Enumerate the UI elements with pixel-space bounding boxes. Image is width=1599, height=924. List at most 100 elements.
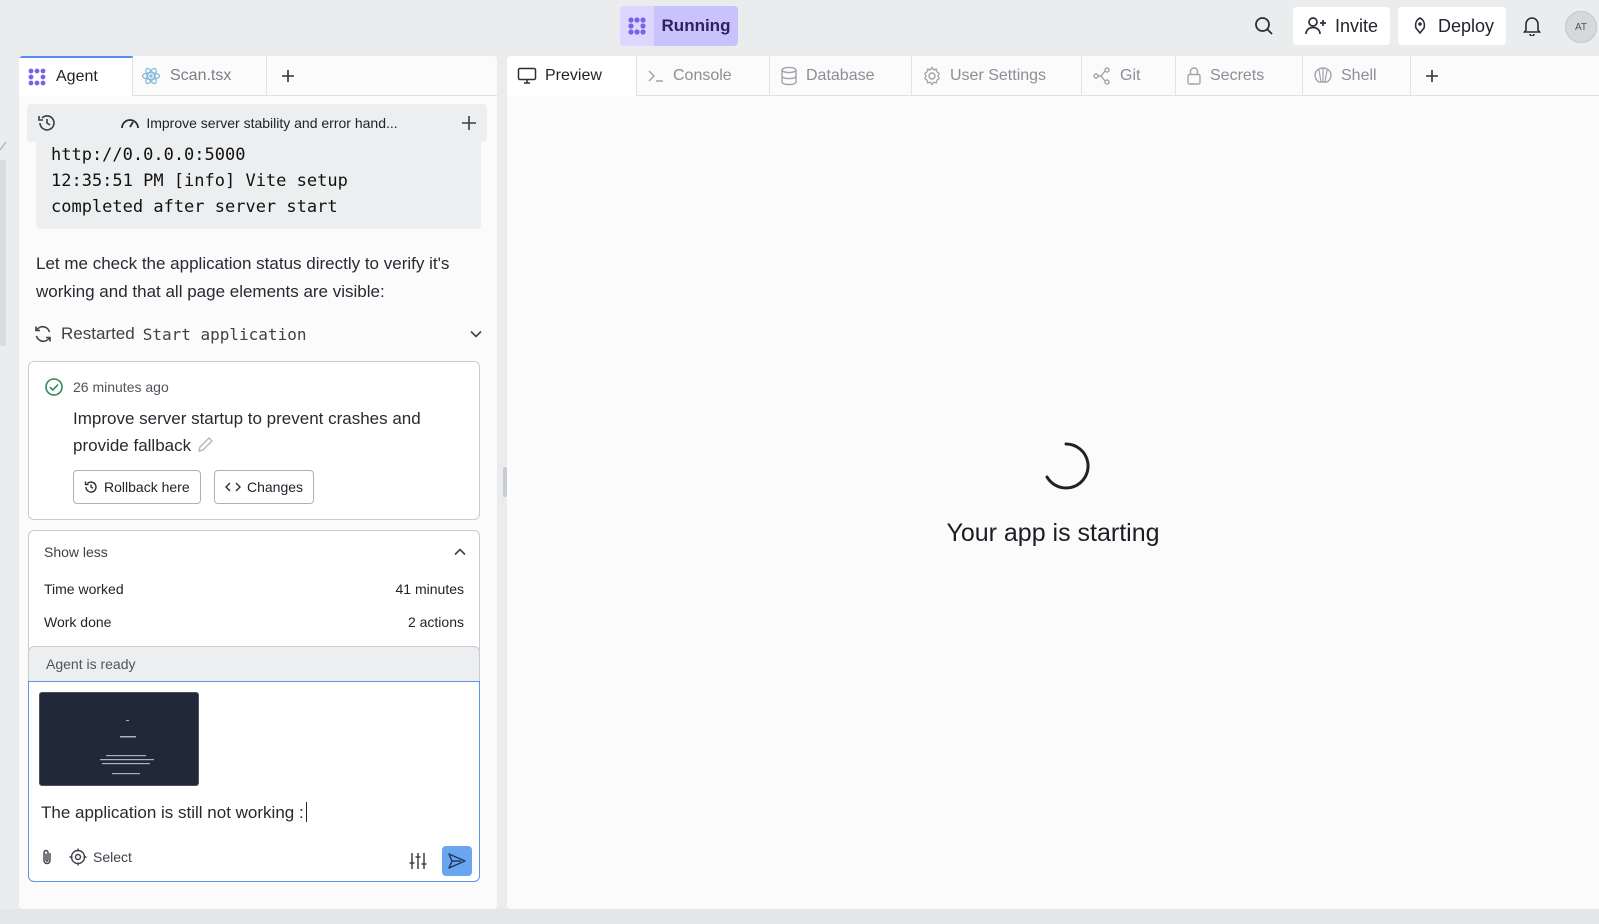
tab-preview-label: Preview xyxy=(545,67,602,84)
deploy-button[interactable]: Deploy xyxy=(1398,7,1507,45)
app-starting-message: Your app is starting xyxy=(946,519,1160,547)
tab-user-settings-label: User Settings xyxy=(950,67,1047,84)
bell-icon[interactable] xyxy=(1519,13,1545,39)
paperclip-icon[interactable] xyxy=(39,848,55,866)
chevron-up-icon[interactable] xyxy=(453,545,467,559)
avatar[interactable]: AT xyxy=(1565,11,1597,43)
right-tab-bar: Preview Console Database User Settings G… xyxy=(507,56,1599,96)
changes-button[interactable]: Changes xyxy=(214,470,315,504)
replit-agent-icon xyxy=(620,6,654,46)
log-line: 12:35:51 PM [info] Vite setup xyxy=(51,171,348,191)
tab-scan-tsx[interactable]: Scan.tsx xyxy=(133,56,267,96)
left-edge-handle xyxy=(0,120,8,360)
run-button[interactable]: Running xyxy=(620,6,738,46)
tab-git-label: Git xyxy=(1120,67,1141,84)
log-output: http://0.0.0.0:5000 12:35:51 PM [info] Vi… xyxy=(36,142,481,229)
chat-input-text: The application is still not working : xyxy=(41,802,308,823)
stat-label: Time worked xyxy=(44,581,124,597)
rollback-icon xyxy=(84,481,97,493)
tab-user-settings[interactable]: User Settings xyxy=(912,56,1082,96)
preview-panel: Preview Console Database User Settings G… xyxy=(507,56,1599,909)
agent-panel: Agent Scan.tsx Improve server stability … xyxy=(19,56,497,909)
history-icon[interactable] xyxy=(37,113,57,133)
agent-icon xyxy=(28,68,46,86)
monitor-icon xyxy=(517,67,537,84)
tab-scan-label: Scan.tsx xyxy=(170,67,232,84)
left-tab-bar: Agent Scan.tsx xyxy=(19,56,497,96)
target-icon xyxy=(69,848,87,866)
bottom-status-bar xyxy=(0,909,1599,924)
stat-row: Time worked 41 minutes xyxy=(44,581,464,597)
tab-preview[interactable]: Preview xyxy=(507,56,637,96)
pencil-icon[interactable] xyxy=(196,435,216,453)
add-pane-tab-button[interactable] xyxy=(1411,56,1453,96)
gear-icon xyxy=(923,66,941,86)
thread-title-button[interactable]: Improve server stability and error hand.… xyxy=(57,115,461,131)
checkpoint-time: 26 minutes ago xyxy=(73,379,169,395)
send-button[interactable] xyxy=(442,846,472,876)
top-bar: Running Invite Deploy AT xyxy=(0,0,1599,54)
agent-message: Let me check the application status dire… xyxy=(36,254,450,301)
tab-secrets[interactable]: Secrets xyxy=(1176,56,1303,96)
refresh-icon xyxy=(35,326,51,342)
text-caret xyxy=(305,802,308,822)
invite-button[interactable]: Invite xyxy=(1293,7,1391,45)
tab-console-label: Console xyxy=(673,67,732,84)
stat-value: 41 minutes xyxy=(395,581,464,597)
plus-icon xyxy=(282,70,294,82)
checkpoint-card: 26 minutes ago Improve server startup to… xyxy=(28,361,480,520)
stat-row: Work done 2 actions xyxy=(44,614,464,630)
add-tab-button[interactable] xyxy=(267,56,309,96)
composer-tools: Select xyxy=(39,848,132,866)
thread-title: Improve server stability and error hand.… xyxy=(146,115,398,131)
chat-input[interactable]: The application is still not working : S… xyxy=(28,681,480,882)
shell-icon xyxy=(1314,67,1332,83)
chat-input-value: The application is still not working : xyxy=(41,803,304,822)
tab-git[interactable]: Git xyxy=(1082,56,1176,96)
show-less-toggle[interactable]: Show less xyxy=(44,544,108,560)
tab-shell-label: Shell xyxy=(1341,67,1377,84)
rollback-label: Rollback here xyxy=(104,479,190,495)
add-user-icon xyxy=(1305,17,1326,35)
check-circle-icon xyxy=(45,378,63,396)
thread-header: Improve server stability and error hand.… xyxy=(27,104,487,142)
stat-label: Work done xyxy=(44,614,112,630)
tab-agent-label: Agent xyxy=(56,68,98,85)
react-icon xyxy=(141,67,161,85)
restarted-action-row[interactable]: Restarted Start application xyxy=(33,321,483,347)
tab-shell[interactable]: Shell xyxy=(1303,56,1411,96)
rollback-button[interactable]: Rollback here xyxy=(73,470,201,504)
tab-console[interactable]: Console xyxy=(637,56,770,96)
chat-composer: Agent is ready The application is still … xyxy=(28,646,480,882)
attached-screenshot-thumbnail[interactable] xyxy=(39,692,199,786)
deploy-icon xyxy=(1414,17,1426,35)
restarted-prefix: Restarted xyxy=(61,324,135,343)
select-element-button[interactable]: Select xyxy=(69,848,132,866)
loading-spinner-icon xyxy=(1045,442,1090,490)
database-icon xyxy=(781,66,797,86)
send-icon xyxy=(448,853,466,869)
new-thread-plus-icon[interactable] xyxy=(461,115,477,131)
log-line: http://0.0.0.0:5000 xyxy=(51,145,246,165)
code-icon xyxy=(225,482,241,492)
select-label: Select xyxy=(93,849,132,865)
checkpoint-description-text: Improve server startup to prevent crashe… xyxy=(73,409,421,455)
tab-database[interactable]: Database xyxy=(770,56,912,96)
log-line: completed after server start xyxy=(51,197,338,217)
run-status-label: Running xyxy=(661,16,731,35)
search-icon[interactable] xyxy=(1251,13,1277,39)
restarted-workflow-name: Start application xyxy=(142,324,307,344)
chevron-down-icon xyxy=(470,330,482,338)
tab-secrets-label: Secrets xyxy=(1210,67,1265,84)
invite-label: Invite xyxy=(1335,15,1379,36)
git-icon xyxy=(1093,67,1110,85)
terminal-icon xyxy=(648,70,663,82)
stat-value: 2 actions xyxy=(407,614,464,630)
gauge-icon xyxy=(121,119,140,129)
lock-icon xyxy=(1187,67,1201,85)
checkpoint-description: Improve server startup to prevent crashe… xyxy=(73,405,463,459)
deploy-label: Deploy xyxy=(1438,15,1495,36)
tab-agent[interactable]: Agent xyxy=(19,56,133,96)
settings-sliders-icon[interactable] xyxy=(408,852,428,870)
avatar-initials: AT xyxy=(1574,21,1588,33)
